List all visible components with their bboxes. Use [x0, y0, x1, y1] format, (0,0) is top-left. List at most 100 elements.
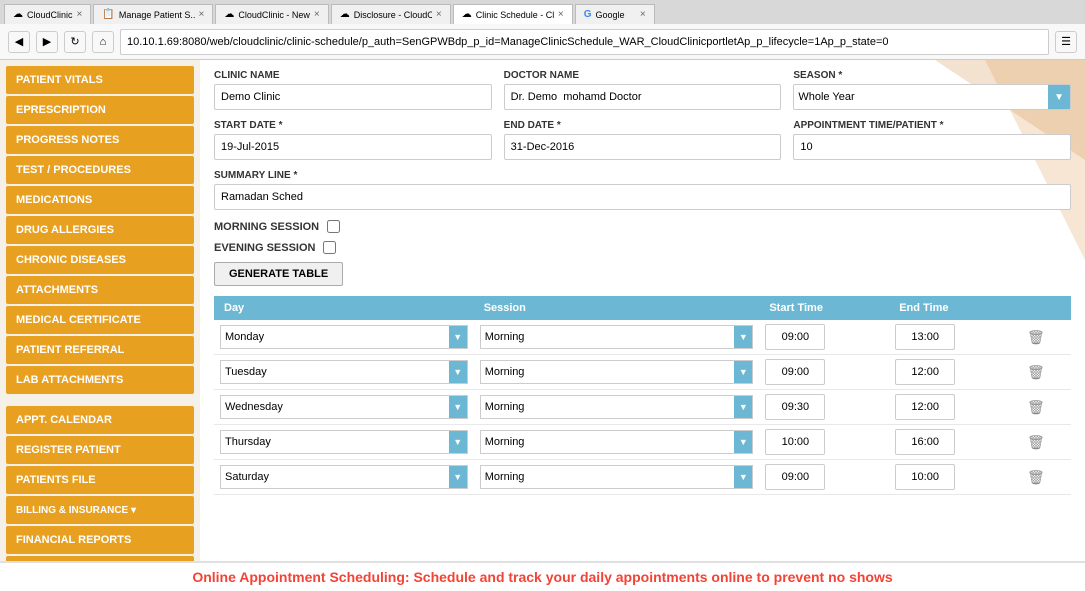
- sidebar-item-medications[interactable]: MEDICATIONS: [6, 186, 194, 214]
- tab-disclosure[interactable]: ☁ Disclosure - CloudClin... ×: [331, 4, 451, 24]
- table-row: MondayTuesdayWednesdayThursdayFridaySatu…: [214, 320, 1071, 355]
- end-time-input[interactable]: [895, 324, 955, 350]
- day-select-arrow: ▼: [449, 431, 467, 453]
- day-select[interactable]: MondayTuesdayWednesdayThursdayFridaySatu…: [221, 396, 449, 418]
- sidebar-item-lab-attachments[interactable]: LAB ATTACHMENTS: [6, 366, 194, 394]
- appt-time-input[interactable]: [793, 134, 1071, 160]
- tab-bar: ☁ CloudClinic × 📋 Manage Patient S... × …: [0, 0, 1085, 24]
- evening-session-label: EVENING SESSION: [214, 242, 315, 254]
- generate-table-button[interactable]: GENERATE TABLE: [214, 262, 343, 286]
- sidebar-item-patients-file[interactable]: PATIENTS FILE: [6, 466, 194, 494]
- address-bar[interactable]: [120, 29, 1049, 55]
- end-time-input[interactable]: [895, 464, 955, 490]
- tab-label: Clinic Schedule - Cloud...: [476, 10, 554, 20]
- bottom-banner: Online Appointment Scheduling: Schedule …: [0, 561, 1085, 591]
- delete-cell: 🗑: [1019, 390, 1071, 425]
- tab-favicon: G: [584, 9, 592, 20]
- summary-line-input[interactable]: [214, 184, 1071, 210]
- end-date-input[interactable]: [504, 134, 782, 160]
- day-select[interactable]: MondayTuesdayWednesdayThursdayFridaySatu…: [221, 361, 449, 383]
- table-row: MondayTuesdayWednesdayThursdayFridaySatu…: [214, 460, 1071, 495]
- start-time-input[interactable]: [765, 429, 825, 455]
- tab-close[interactable]: ×: [199, 9, 205, 20]
- evening-session-checkbox[interactable]: [323, 241, 336, 254]
- end-time-cell: [889, 460, 1019, 495]
- delete-cell: 🗑: [1019, 320, 1071, 355]
- clinic-name-input[interactable]: [214, 84, 492, 110]
- tab-close[interactable]: ×: [640, 9, 646, 20]
- browser-chrome: ☁ CloudClinic × 📋 Manage Patient S... × …: [0, 0, 1085, 60]
- sidebar-item-register-patient[interactable]: REGISTER PATIENT: [6, 436, 194, 464]
- day-select[interactable]: MondayTuesdayWednesdayThursdayFridaySatu…: [221, 431, 449, 453]
- sidebar-item-patient-referral[interactable]: PATIENT REFERRAL: [6, 336, 194, 364]
- delete-row-button[interactable]: 🗑: [1025, 432, 1047, 453]
- delete-row-button[interactable]: 🗑: [1025, 327, 1047, 348]
- summary-line-group: SUMMARY LINE *: [214, 170, 1071, 210]
- tab-cloudclinic[interactable]: ☁ CloudClinic ×: [4, 4, 91, 24]
- day-select-wrapper: MondayTuesdayWednesdayThursdayFridaySatu…: [220, 430, 468, 454]
- start-time-input[interactable]: [765, 394, 825, 420]
- doctor-name-input[interactable]: [504, 84, 782, 110]
- sidebar-item-progress-notes[interactable]: PROGRESS NOTES: [6, 126, 194, 154]
- season-select[interactable]: Whole Year Summer Winter Ramadan: [794, 85, 1048, 109]
- delete-row-button[interactable]: 🗑: [1025, 362, 1047, 383]
- home-button[interactable]: ⌂: [92, 31, 114, 53]
- session-select[interactable]: MorningEvening: [481, 326, 735, 348]
- sidebar: PATIENT VITALS EPRESCRIPTION PROGRESS NO…: [0, 60, 200, 591]
- tab-close[interactable]: ×: [314, 9, 320, 20]
- tab-close[interactable]: ×: [77, 9, 83, 20]
- session-select[interactable]: MorningEvening: [481, 396, 735, 418]
- sidebar-item-drug-allergies[interactable]: DRUG ALLERGIES: [6, 216, 194, 244]
- sidebar-item-appt-calendar[interactable]: APPT. CALENDAR: [6, 406, 194, 434]
- forward-button[interactable]: ▶: [36, 31, 58, 53]
- session-select[interactable]: MorningEvening: [481, 431, 735, 453]
- sidebar-divider: [0, 396, 200, 404]
- sidebar-item-financial-reports[interactable]: FINANCIAL REPORTS: [6, 526, 194, 554]
- delete-row-button[interactable]: 🗑: [1025, 397, 1047, 418]
- tab-manage-patient[interactable]: 📋 Manage Patient S... ×: [93, 4, 213, 24]
- tab-clinic-schedule[interactable]: ☁ Clinic Schedule - Cloud... ×: [453, 4, 573, 24]
- tab-google[interactable]: G Google ×: [575, 4, 655, 24]
- tab-close[interactable]: ×: [558, 9, 564, 20]
- day-select-arrow: ▼: [449, 396, 467, 418]
- appt-time-label: APPOINTMENT TIME/PATIENT *: [793, 120, 1071, 131]
- tab-favicon: ☁: [462, 9, 472, 20]
- delete-row-button[interactable]: 🗑: [1025, 467, 1047, 488]
- start-time-input[interactable]: [765, 359, 825, 385]
- season-label: SEASON *: [793, 70, 1071, 81]
- start-time-input[interactable]: [765, 324, 825, 350]
- session-select-arrow: ▼: [734, 326, 752, 348]
- settings-button[interactable]: ☰: [1055, 31, 1077, 53]
- morning-session-checkbox[interactable]: [327, 220, 340, 233]
- end-time-input[interactable]: [895, 429, 955, 455]
- start-date-input[interactable]: [214, 134, 492, 160]
- sidebar-item-billing-insurance[interactable]: BILLING & INSURANCE ▾: [6, 496, 194, 524]
- tab-cloudclinic-new[interactable]: ☁ CloudClinic - New ×: [215, 4, 328, 24]
- sidebar-item-patient-vitals[interactable]: PATIENT VITALS: [6, 66, 194, 94]
- end-time-input[interactable]: [895, 394, 955, 420]
- start-time-cell: [759, 460, 889, 495]
- session-select-arrow: ▼: [734, 396, 752, 418]
- sidebar-item-test-procedures[interactable]: TEST / PROCEDURES: [6, 156, 194, 184]
- back-button[interactable]: ◀: [8, 31, 30, 53]
- sidebar-item-medical-certificate[interactable]: MEDICAL CERTIFICATE: [6, 306, 194, 334]
- start-date-group: START DATE *: [214, 120, 492, 160]
- end-time-cell: [889, 425, 1019, 460]
- sidebar-item-chronic-diseases[interactable]: CHRONIC DISEASES: [6, 246, 194, 274]
- day-select-arrow: ▼: [449, 466, 467, 488]
- tab-close[interactable]: ×: [436, 9, 442, 20]
- day-select-arrow: ▼: [449, 361, 467, 383]
- session-select[interactable]: MorningEvening: [481, 361, 735, 383]
- session-select[interactable]: MorningEvening: [481, 466, 735, 488]
- end-time-input[interactable]: [895, 359, 955, 385]
- session-cell: MorningEvening ▼: [474, 320, 760, 355]
- sidebar-item-attachments[interactable]: ATTACHMENTS: [6, 276, 194, 304]
- sidebar-item-eprescription[interactable]: EPRESCRIPTION: [6, 96, 194, 124]
- end-date-group: END DATE *: [504, 120, 782, 160]
- day-select[interactable]: MondayTuesdayWednesdayThursdayFridaySatu…: [221, 466, 449, 488]
- start-time-input[interactable]: [765, 464, 825, 490]
- refresh-button[interactable]: ↻: [64, 31, 86, 53]
- session-select-arrow: ▼: [734, 431, 752, 453]
- schedule-table: Day Session Start Time End Time MondayTu…: [214, 296, 1071, 495]
- day-select[interactable]: MondayTuesdayWednesdayThursdayFridaySatu…: [221, 326, 449, 348]
